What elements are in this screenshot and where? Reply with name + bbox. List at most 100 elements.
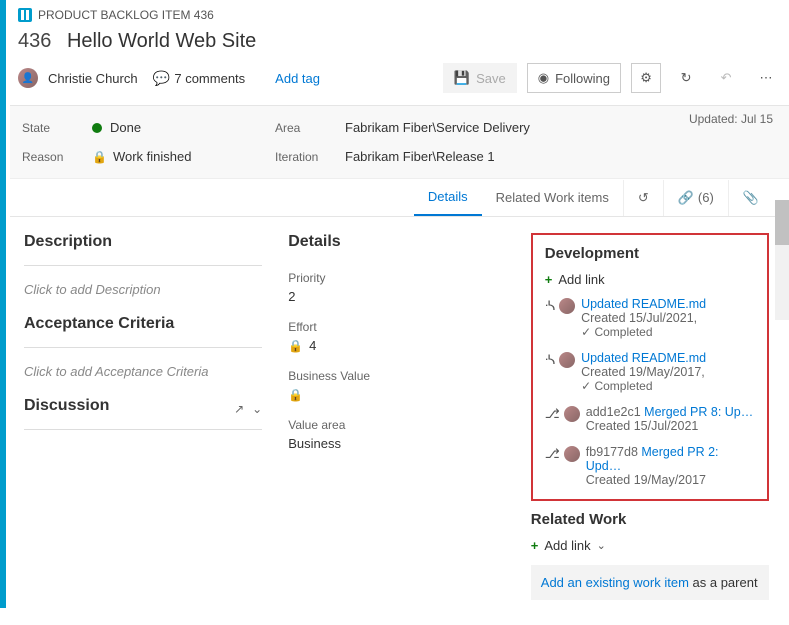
dev-item: ᔀ Updated README.md Created 15/Jul/2021,… xyxy=(545,297,755,339)
acceptance-placeholder[interactable]: Click to add Acceptance Criteria xyxy=(24,358,224,397)
bizvalue-value[interactable]: 🔒 xyxy=(288,383,505,412)
owner-name[interactable]: Christie Church xyxy=(48,71,143,86)
expand-icon[interactable]: ↗ xyxy=(234,402,244,416)
save-button: 💾 Save xyxy=(443,63,517,93)
work-item-type-icon xyxy=(18,8,32,22)
reason-label: Reason xyxy=(22,150,92,164)
dev-item: ⎇ add1e2c1 Merged PR 8: Up… Created 15/J… xyxy=(545,405,755,433)
work-item-title: Hello World Web Site xyxy=(67,30,256,52)
iteration-label: Iteration xyxy=(275,150,345,164)
effort-label: Effort xyxy=(288,320,505,334)
area-value[interactable]: Fabrikam Fiber\Service Delivery xyxy=(345,120,530,135)
avatar xyxy=(559,298,575,314)
valuearea-label: Value area xyxy=(288,418,505,432)
attachment-icon: 📎 xyxy=(743,190,759,206)
tab-history[interactable]: ↺ xyxy=(623,180,663,216)
area-label: Area xyxy=(275,121,345,135)
related-work-suggestion[interactable]: Add an existing work item as a parent xyxy=(531,565,769,600)
comment-icon: 💬 xyxy=(153,70,170,87)
status-completed: ✓ Completed xyxy=(581,325,652,339)
updated-timestamp[interactable]: Updated: Jul 15 xyxy=(689,112,773,126)
more-actions-button[interactable]: ⋯ xyxy=(751,63,781,93)
main-content: Description Click to add Description Acc… xyxy=(10,217,789,625)
tab-links[interactable]: 🔗 (6) xyxy=(663,180,728,216)
avatar xyxy=(564,406,580,422)
commit-sha: fb9177d8 xyxy=(586,445,638,459)
pull-request-icon: ᔀ xyxy=(545,298,555,314)
iteration-value[interactable]: Fabrikam Fiber\Release 1 xyxy=(345,149,495,164)
undo-button[interactable]: ↶ xyxy=(711,63,741,93)
related-work-heading: Related Work xyxy=(531,511,769,528)
fields-section: State Done Reason 🔒 Work finished Area F… xyxy=(10,106,789,179)
plus-icon: + xyxy=(531,538,539,553)
dev-item: ᔀ Updated README.md Created 19/May/2017,… xyxy=(545,351,755,393)
bizvalue-label: Business Value xyxy=(288,369,505,383)
dev-item-link[interactable]: Merged PR 8: Up… xyxy=(644,405,753,419)
state-dot-icon xyxy=(92,123,102,133)
add-tag-button[interactable]: Add tag xyxy=(267,71,328,86)
add-existing-link[interactable]: Add an existing work item xyxy=(541,575,689,590)
effort-value[interactable]: 🔒4 xyxy=(288,334,505,363)
eye-icon: ◉ xyxy=(538,70,549,86)
settings-button[interactable]: ⚙ xyxy=(631,63,661,93)
toolbar: 👤 Christie Church 💬 7 comments Add tag 💾… xyxy=(10,63,789,106)
lock-icon: 🔒 xyxy=(288,339,303,353)
lock-icon: 🔒 xyxy=(288,388,303,402)
commit-icon: ⎇ xyxy=(545,406,560,422)
avatar xyxy=(559,352,575,368)
dev-item-sub: Created 15/Jul/2021 xyxy=(586,419,699,433)
tabs: Details Related Work items ↺ 🔗 (6) 📎 xyxy=(10,179,789,217)
state-value[interactable]: Done xyxy=(110,120,141,135)
save-icon: 💾 xyxy=(454,70,470,86)
links-count: (6) xyxy=(698,190,714,205)
dev-item-sub: Created 19/May/2017 xyxy=(586,473,706,487)
link-icon: 🔗 xyxy=(678,190,694,206)
details-heading: Details xyxy=(288,233,340,251)
chevron-down-icon[interactable]: ⌄ xyxy=(252,402,262,416)
undo-icon: ↶ xyxy=(721,70,732,86)
page-title[interactable]: 436 Hello World Web Site xyxy=(10,22,789,63)
development-panel: Development + Add link ᔀ Updated README.… xyxy=(531,233,769,501)
dev-item: ⎇ fb9177d8 Merged PR 2: Upd… Created 19/… xyxy=(545,445,755,487)
lock-icon: 🔒 xyxy=(92,150,107,164)
dev-item-sub: Created 19/May/2017, xyxy=(581,365,705,379)
description-heading: Description xyxy=(24,233,112,251)
state-label: State xyxy=(22,121,92,135)
work-item-color-bar xyxy=(0,0,6,608)
ellipsis-icon: ⋯ xyxy=(760,70,773,86)
add-related-link-button[interactable]: + Add link ⌄ xyxy=(531,538,769,553)
plus-icon: + xyxy=(545,272,553,287)
dev-item-sub: Created 15/Jul/2021, xyxy=(581,311,697,325)
gear-icon: ⚙ xyxy=(640,70,652,86)
pull-request-icon: ᔀ xyxy=(545,352,555,368)
dev-item-link[interactable]: Updated README.md xyxy=(581,351,706,365)
tab-related-work[interactable]: Related Work items xyxy=(482,180,623,215)
following-button[interactable]: ◉ Following xyxy=(527,63,621,93)
tab-attachments[interactable]: 📎 xyxy=(728,180,773,216)
priority-value[interactable]: 2 xyxy=(288,285,505,314)
comments-count: 7 comments xyxy=(174,71,245,86)
discussion-heading: Discussion xyxy=(24,397,109,415)
status-completed: ✓ Completed xyxy=(581,379,652,393)
comments-link[interactable]: 💬 7 comments xyxy=(153,70,245,87)
dev-item-link[interactable]: Updated README.md xyxy=(581,297,706,311)
development-heading: Development xyxy=(545,245,755,262)
add-dev-link-button[interactable]: + Add link xyxy=(545,272,755,287)
history-icon: ↺ xyxy=(638,190,649,206)
commit-sha: add1e2c1 xyxy=(586,405,641,419)
breadcrumb: PRODUCT BACKLOG ITEM 436 xyxy=(10,0,789,22)
refresh-icon: ↻ xyxy=(681,70,692,86)
valuearea-value[interactable]: Business xyxy=(288,432,505,461)
owner-avatar[interactable]: 👤 xyxy=(18,68,38,88)
acceptance-heading: Acceptance Criteria xyxy=(24,315,174,333)
related-work-panel: Related Work + Add link ⌄ Add an existin… xyxy=(531,501,769,610)
work-item-id: 436 xyxy=(18,30,51,52)
tab-details[interactable]: Details xyxy=(414,179,482,216)
scrollbar-thumb[interactable] xyxy=(775,200,789,245)
description-placeholder[interactable]: Click to add Description xyxy=(24,276,262,315)
breadcrumb-label: PRODUCT BACKLOG ITEM 436 xyxy=(38,8,214,22)
priority-label: Priority xyxy=(288,271,505,285)
reason-value[interactable]: Work finished xyxy=(113,149,192,164)
refresh-button[interactable]: ↻ xyxy=(671,63,701,93)
chevron-down-icon: ⌄ xyxy=(597,539,606,552)
